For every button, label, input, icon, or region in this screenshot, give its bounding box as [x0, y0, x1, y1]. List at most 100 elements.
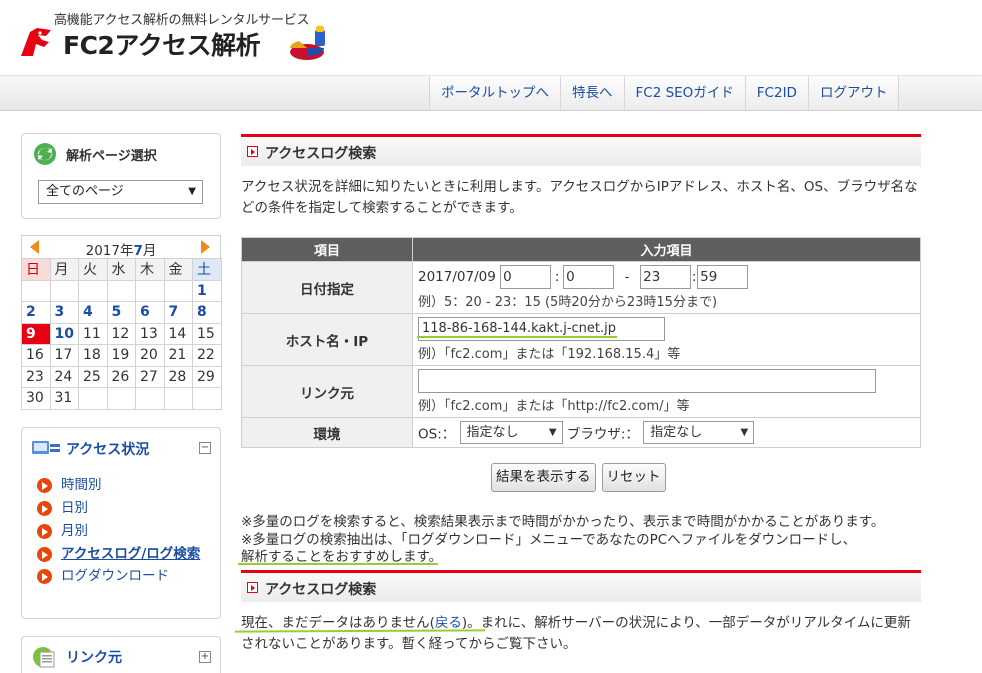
table-row-referrer: リンク元 例）「fc2.com」または「http://fc2.com/」等 — [241, 365, 921, 418]
calendar-day-28: 28 — [163, 365, 193, 388]
calendar-day-8[interactable]: 8 — [192, 301, 222, 324]
nav-links: ポータルトップへ 特長へ FC2 SEOガイド FC2ID ログアウト — [429, 76, 900, 110]
reset-button[interactable]: リセット — [601, 463, 666, 492]
site-logo-text[interactable]: FC2アクセス解析 — [63, 26, 261, 62]
calendar-day-2[interactable]: 2 — [21, 301, 51, 324]
intro-text: アクセス状況を詳細に知りたいときに利用します。アクセスログからIPアドレス、ホス… — [241, 179, 918, 216]
calendar-week-row: 1 — [21, 279, 222, 302]
section-marker-icon — [247, 146, 258, 157]
referrer-panel: リンク元 + — [21, 636, 221, 673]
menu-item-access-log-search[interactable]: アクセスログ/ログ検索 — [36, 543, 216, 565]
section-title: アクセスログ検索 — [265, 146, 377, 162]
nav-seo-guide[interactable]: FC2 SEOガイド — [623, 76, 745, 110]
weekday-sun: 日 — [21, 258, 51, 281]
note-line: ※多量ログの検索抽出は、「ログダウンロード」メニューであなたのPCへファイルをダ… — [241, 531, 857, 548]
menu-item-hourly[interactable]: 時間別 — [36, 474, 216, 497]
calendar-empty-cell — [163, 387, 193, 410]
column-header-item: 項目 — [241, 237, 413, 262]
expand-toggle-icon[interactable]: + — [199, 651, 211, 663]
arrow-bullet-icon — [37, 478, 52, 493]
calendar-day-4[interactable]: 4 — [78, 301, 108, 324]
top-navigation: ポータルトップへ 特長へ FC2 SEOガイド FC2ID ログアウト — [0, 75, 982, 111]
calendar-day-9[interactable]: 9 — [21, 322, 51, 345]
browser-select[interactable]: 指定なし ▼ — [643, 421, 755, 444]
date-label: 日付指定 — [241, 261, 413, 314]
section-header-log-result: アクセスログ検索 — [241, 570, 921, 602]
collapse-toggle-icon[interactable]: − — [199, 442, 211, 454]
show-results-button[interactable]: 結果を表示する — [491, 463, 596, 492]
environment-field-cell: OS:： 指定なし ▼ ブラウザ:： 指定なし ▼ — [412, 417, 921, 448]
next-month-arrow-icon[interactable] — [201, 240, 210, 254]
calendar-week-row: 16 17 18 19 20 21 22 — [21, 344, 222, 367]
pie-chart-logo-icon — [290, 26, 325, 60]
calendar-day-26: 26 — [106, 365, 136, 388]
range-separator: - — [624, 269, 630, 285]
calendar-day-3[interactable]: 3 — [49, 301, 79, 324]
calendar-empty-cell — [78, 279, 108, 302]
page-select-title: 解析ページ選択 — [66, 149, 157, 164]
calendar-month: 7 — [133, 243, 143, 259]
page-select-panel: 解析ページ選択 全てのページ ▼ — [21, 133, 221, 219]
calendar-day-25: 25 — [78, 365, 108, 388]
menu-item-label: 月別 — [61, 523, 88, 539]
end-hour-input[interactable]: 23 — [640, 265, 692, 289]
date-value: 2017/07/09 — [418, 269, 496, 285]
result-text-pre: 現在、まだデータはありません( — [241, 615, 435, 631]
calendar-week-row: 2345678 — [21, 301, 222, 324]
weekday-sat: 土 — [192, 258, 222, 281]
host-label: ホスト名・IP — [241, 313, 413, 366]
browser-select-value: 指定なし — [650, 425, 703, 440]
notes: ※多量のログを検索すると、検索結果表示まで時間がかかったり、表示まで時間がかかる… — [241, 514, 931, 567]
access-status-title[interactable]: アクセス状況 — [66, 439, 149, 459]
calendar-day-12: 12 — [106, 322, 136, 345]
os-select[interactable]: 指定なし ▼ — [459, 421, 563, 444]
calendar-day-31: 31 — [49, 387, 79, 410]
arrow-bullet-icon — [37, 569, 52, 584]
start-hour-input[interactable]: 0 — [500, 265, 552, 289]
nav-fc2id[interactable]: FC2ID — [744, 76, 808, 110]
calendar-day-1[interactable]: 1 — [192, 279, 222, 302]
section-header-log-search: アクセスログ検索 — [241, 134, 921, 166]
calendar-empty-cell — [163, 279, 193, 302]
menu-item-daily[interactable]: 日別 — [36, 497, 216, 520]
referrer-title[interactable]: リンク元 — [66, 647, 122, 667]
calendar-day-14: 14 — [163, 322, 193, 345]
start-minute-input[interactable]: 0 — [563, 265, 615, 289]
page-select-value: 全てのページ — [46, 184, 124, 199]
calendar-weekday-row: 日 月 火 水 木 金 土 — [21, 258, 222, 281]
highlight-underline — [417, 336, 617, 338]
calendar-grid: 日 月 火 水 木 金 土 1 2 3 4 5 6 7 8 9 10 11 12 13 14 15 16 17 1… — [21, 258, 222, 410]
calendar-header: 2017年7月 — [21, 235, 221, 259]
end-minute-input[interactable]: 59 — [697, 265, 749, 289]
calendar-day-10[interactable]: 10 — [49, 322, 79, 345]
referrer-icon — [33, 647, 55, 668]
fc2-logo-icon[interactable] — [18, 26, 54, 60]
calendar-day-21: 21 — [163, 344, 193, 367]
menu-item-monthly[interactable]: 月別 — [36, 520, 216, 543]
page-select-dropdown[interactable]: 全てのページ ▼ — [38, 180, 203, 204]
calendar-day-17: 17 — [49, 344, 79, 367]
calendar-day-7[interactable]: 7 — [163, 301, 193, 324]
calendar-year: 2017年 — [85, 243, 134, 259]
section-marker-icon — [247, 582, 258, 593]
nav-features[interactable]: 特長へ — [560, 76, 624, 110]
arrow-bullet-icon — [37, 547, 52, 562]
nav-logout[interactable]: ログアウト — [807, 76, 900, 110]
calendar-day-11: 11 — [78, 322, 108, 345]
section-title: アクセスログ検索 — [265, 582, 377, 598]
menu-item-log-download[interactable]: ログダウンロード — [36, 565, 216, 588]
calendar-day-6[interactable]: 6 — [135, 301, 165, 324]
arrow-bullet-icon — [37, 501, 52, 516]
table-row-host: ホスト名・IP 118-86-168-144.kakt.j-cnet.jp 例）… — [241, 313, 921, 366]
weekday-thu: 木 — [135, 258, 165, 281]
calendar-day-5[interactable]: 5 — [106, 301, 136, 324]
calendar-day-13: 13 — [135, 322, 165, 345]
calendar-empty-cell — [78, 387, 108, 410]
dropdown-caret-icon: ▼ — [188, 186, 196, 197]
nav-portal-top[interactable]: ポータルトップへ — [429, 76, 560, 110]
menu-item-label: 日別 — [61, 500, 88, 516]
os-label: OS:： — [418, 426, 456, 443]
referrer-input[interactable] — [418, 369, 876, 393]
environment-label: 環境 — [241, 417, 413, 448]
note-line: ※多量のログを検索すると、検索結果表示まで時間がかかったり、表示まで時間がかかる… — [241, 514, 885, 530]
